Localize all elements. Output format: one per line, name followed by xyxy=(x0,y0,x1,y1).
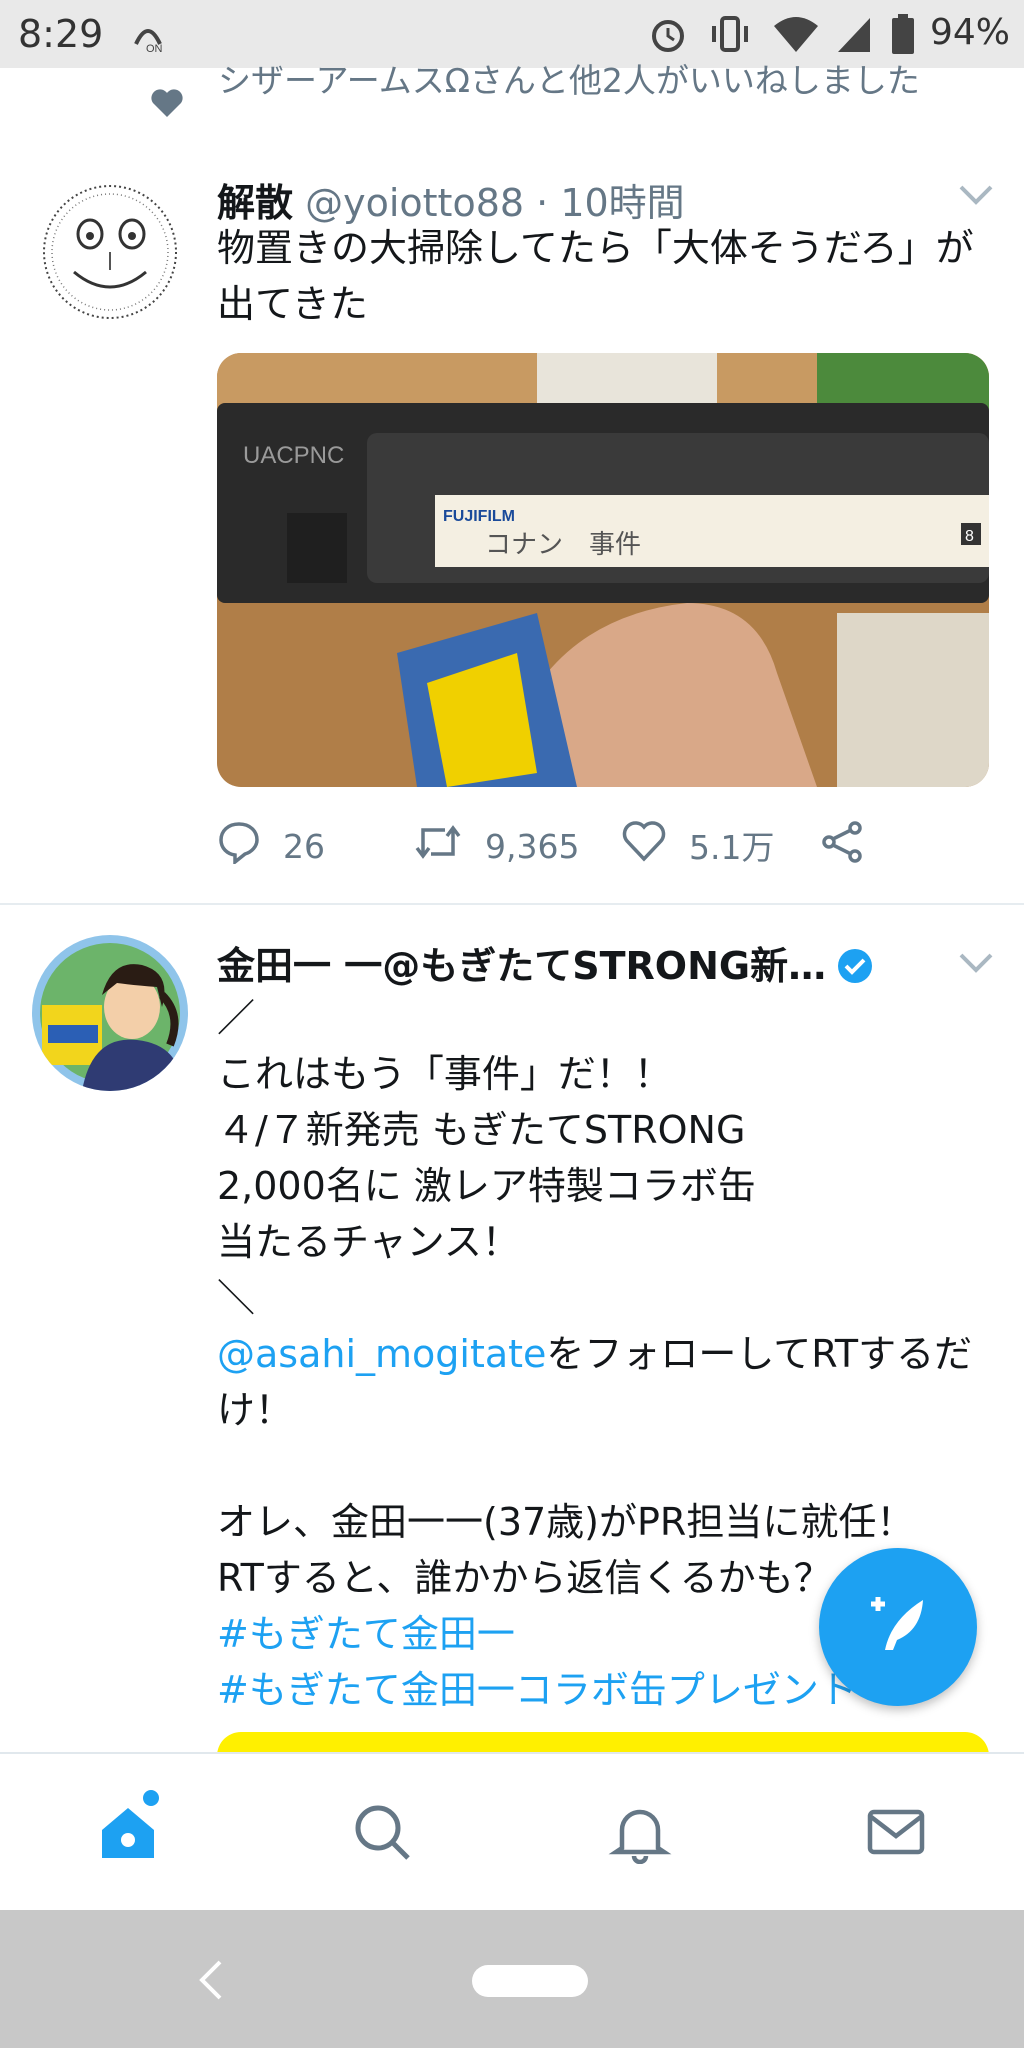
hashtag-link[interactable]: #もぎたて金田一 xyxy=(217,1612,515,1656)
tape-label-handwriting: コナン 事件 xyxy=(485,530,641,560)
back-icon[interactable] xyxy=(196,1958,226,2006)
home-pill-button[interactable] xyxy=(472,1965,588,1997)
like-count: 5.1万 xyxy=(689,828,775,867)
tweet-time: 10時間 xyxy=(560,181,685,225)
battery-icon xyxy=(890,14,916,58)
like-button[interactable]: 5.1万 xyxy=(621,820,774,870)
tape-side-text: UACPNC xyxy=(243,442,344,469)
battery-percent: 94% xyxy=(929,12,1010,53)
wifi-icon xyxy=(772,14,820,58)
search-icon xyxy=(350,1800,414,1868)
compose-tweet-icon xyxy=(863,1590,933,1664)
tweet-text: 物置きの大掃除してたら「大体そうだろ」が出てきた xyxy=(217,226,974,326)
like-context-text: シザーアームスΩさんと他2人がいいねしました xyxy=(218,61,920,100)
compose-tweet-button[interactable] xyxy=(819,1548,977,1706)
tweet-header: 金田一 一@もぎたてSTRONG新… xyxy=(217,935,874,994)
nav-messages[interactable] xyxy=(856,1794,936,1874)
bell-icon xyxy=(608,1800,672,1868)
tweet-text-part: ／ これはもう「事件」だ！！ ４/７新発売 もぎたてSTRONG 2,000名に… xyxy=(217,996,756,1320)
reply-icon xyxy=(217,820,261,872)
tape-label-code: 8 xyxy=(965,528,974,545)
chevron-down-icon[interactable] xyxy=(958,184,994,210)
new-content-dot xyxy=(143,1790,159,1806)
display-name[interactable]: 解散 xyxy=(217,181,293,225)
tweet-actions: 26 9,365 5.1万 xyxy=(217,820,997,880)
reply-button[interactable]: 26 xyxy=(217,820,325,872)
heart-outline-icon xyxy=(621,820,667,870)
status-time: 8:29 xyxy=(18,12,104,56)
vibrate-icon xyxy=(708,14,752,58)
signal-icon xyxy=(834,14,874,58)
nav-search[interactable] xyxy=(342,1794,422,1874)
nav-notifications[interactable] xyxy=(600,1794,680,1874)
alarm-icon xyxy=(648,14,688,58)
retweet-icon xyxy=(413,820,463,872)
retweet-button[interactable]: 9,365 xyxy=(413,820,579,872)
share-icon xyxy=(821,820,865,872)
mail-icon xyxy=(864,1800,928,1868)
verified-badge-icon xyxy=(836,947,874,994)
share-button[interactable] xyxy=(821,820,865,872)
tape-label-brand: FUJIFILM xyxy=(443,508,515,525)
tweet-divider xyxy=(0,903,1024,905)
mention-link[interactable]: @asahi_mogitate xyxy=(217,1332,546,1376)
bottom-nav xyxy=(0,1752,1024,1912)
nav-home[interactable] xyxy=(88,1794,168,1874)
home-icon xyxy=(96,1800,160,1868)
reply-count: 26 xyxy=(283,826,325,866)
avatar[interactable] xyxy=(32,935,188,1091)
svg-text:ON: ON xyxy=(146,43,163,54)
hashtag-link[interactable]: #もぎたて金田一コラボ缶プレゼント xyxy=(217,1668,857,1712)
system-nav-bar xyxy=(0,1910,1024,2048)
chevron-down-icon[interactable] xyxy=(958,952,994,978)
heart-icon xyxy=(150,88,184,122)
tweet-media-image[interactable]: UACPNC FUJIFILM コナン 事件 8 xyxy=(217,353,989,787)
nfc-on-icon: ON xyxy=(128,14,168,58)
meta-separator: · xyxy=(524,181,561,225)
avatar[interactable] xyxy=(32,172,188,328)
retweet-count: 9,365 xyxy=(485,826,580,866)
tweet-header: 解散 @yoiotto88 · 10時間 xyxy=(217,172,685,227)
handle[interactable]: @yoiotto88 xyxy=(305,181,524,225)
display-name[interactable]: 金田一 一@もぎたてSTRONG新… xyxy=(217,944,826,988)
